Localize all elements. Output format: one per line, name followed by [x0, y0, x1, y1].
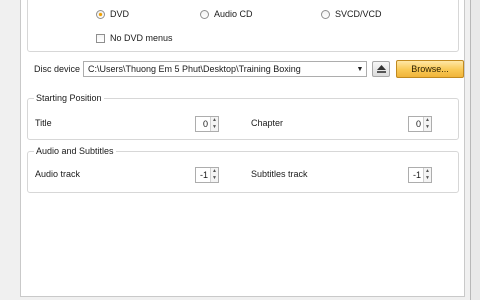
audio-track-spin-arrows[interactable]: ▲ ▼	[210, 168, 218, 182]
chapter-spinbox[interactable]: 0 ▲ ▼	[408, 116, 432, 132]
disc-selection-group: DVD Audio CD SVCD/VCD No DVD menus	[27, 0, 459, 52]
audio-subtitles-heading: Audio and Subtitles	[34, 146, 116, 157]
starting-position-group: Starting Position Title 0 ▲ ▼ Chapter 0 …	[27, 93, 459, 140]
title-spin-arrows[interactable]: ▲ ▼	[210, 117, 218, 131]
subtitles-track-label: Subtitles track	[251, 169, 308, 179]
browse-button[interactable]: Browse...	[396, 60, 464, 78]
audio-track-value: -1	[199, 170, 208, 180]
radio-audio-cd-indicator[interactable]	[200, 9, 209, 19]
spin-up-icon[interactable]: ▲	[424, 117, 431, 124]
spin-up-icon[interactable]: ▲	[211, 117, 218, 124]
chevron-down-icon[interactable]: ▼	[354, 62, 366, 76]
disc-tab-pane: DVD Audio CD SVCD/VCD No DVD menus Disc …	[20, 0, 465, 297]
radio-audio-cd[interactable]: Audio CD	[200, 8, 253, 20]
radio-dvd-indicator[interactable]	[96, 9, 105, 19]
subtitles-track-value: -1	[412, 170, 421, 180]
chapter-spin-arrows[interactable]: ▲ ▼	[423, 117, 431, 131]
no-dvd-menus-checkbox[interactable]: No DVD menus	[96, 32, 173, 44]
spin-down-icon[interactable]: ▼	[424, 124, 431, 131]
eject-icon	[376, 65, 386, 73]
spin-down-icon[interactable]: ▼	[424, 175, 431, 182]
chapter-spinbox-value: 0	[415, 119, 421, 129]
disc-device-combo[interactable]: C:\Users\Thuong Em 5 Phut\Desktop\Traini…	[83, 61, 367, 77]
open-media-dialog: DVD Audio CD SVCD/VCD No DVD menus Disc …	[0, 0, 471, 300]
radio-audio-cd-label: Audio CD	[214, 9, 253, 19]
eject-button[interactable]	[372, 61, 390, 77]
no-dvd-menus-box[interactable]	[96, 33, 105, 43]
starting-position-heading: Starting Position	[34, 93, 104, 104]
disc-device-label: Disc device	[34, 64, 81, 74]
spin-up-icon[interactable]: ▲	[424, 168, 431, 175]
radio-dvd[interactable]: DVD	[96, 8, 129, 20]
audio-subtitles-group: Audio and Subtitles Audio track -1 ▲ ▼ S…	[27, 146, 459, 193]
radio-svcd-vcd[interactable]: SVCD/VCD	[321, 8, 382, 20]
title-label: Title	[35, 118, 52, 128]
title-spinbox[interactable]: 0 ▲ ▼	[195, 116, 219, 132]
spin-up-icon[interactable]: ▲	[211, 168, 218, 175]
no-dvd-menus-label: No DVD menus	[110, 33, 173, 43]
subtitles-track-spinbox[interactable]: -1 ▲ ▼	[408, 167, 432, 183]
spin-down-icon[interactable]: ▼	[211, 175, 218, 182]
chapter-label: Chapter	[251, 118, 284, 128]
audio-track-spinbox[interactable]: -1 ▲ ▼	[195, 167, 219, 183]
title-spinbox-value: 0	[202, 119, 208, 129]
radio-svcd-vcd-label: SVCD/VCD	[335, 9, 382, 19]
audio-track-label: Audio track	[35, 169, 81, 179]
radio-dvd-label: DVD	[110, 9, 130, 19]
radio-svcd-vcd-indicator[interactable]	[321, 9, 330, 19]
spin-down-icon[interactable]: ▼	[211, 124, 218, 131]
subtitles-track-spin-arrows[interactable]: ▲ ▼	[423, 168, 431, 182]
disc-device-value: C:\Users\Thuong Em 5 Phut\Desktop\Traini…	[88, 64, 301, 74]
